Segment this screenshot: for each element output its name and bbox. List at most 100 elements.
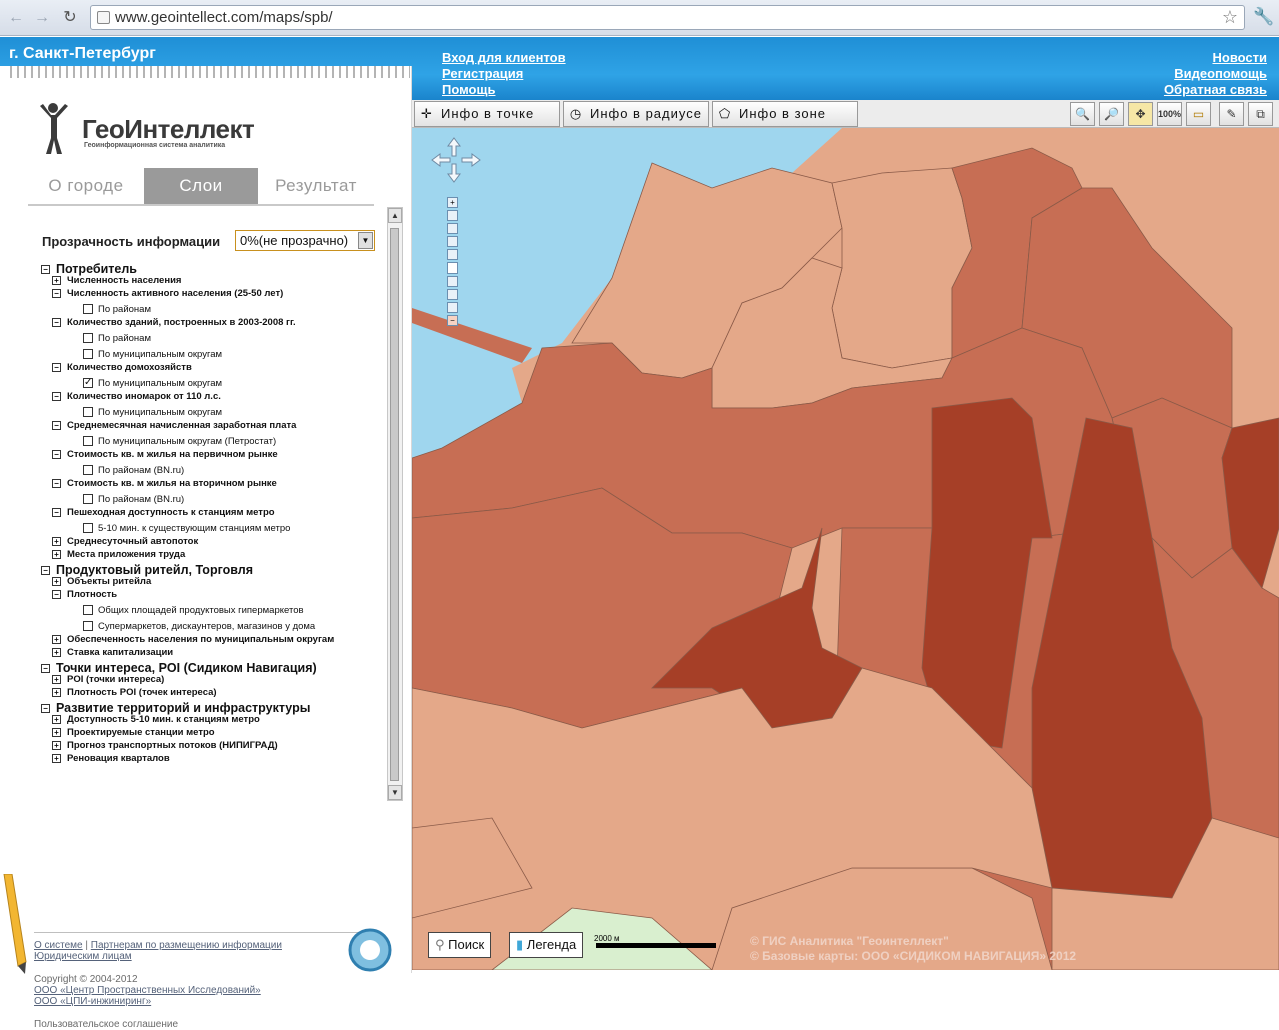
layer-group-row[interactable]: + Места приложения труда	[52, 549, 185, 560]
forward-icon[interactable]: →	[32, 8, 52, 28]
expand-icon[interactable]: +	[52, 634, 61, 644]
layer-checkbox-row[interactable]: По районам	[83, 304, 151, 315]
transparency-select[interactable]: 0%(не прозрачно) ▼	[235, 230, 375, 251]
expand-icon[interactable]: +	[52, 727, 61, 737]
address-bar[interactable]: www.geointellect.com/maps/spb/ ☆	[90, 5, 1245, 30]
collapse-icon[interactable]: −	[41, 664, 50, 674]
layer-group-row[interactable]: + Объекты ритейла	[52, 576, 151, 587]
legal-entities-link[interactable]: Юридическим лицам	[34, 951, 132, 962]
layer-group-row[interactable]: − Количество иномарок от 110 л.с.	[52, 391, 221, 402]
layer-group-row[interactable]: − Количество зданий, построенных в 2003-2…	[52, 317, 296, 328]
zoom-out-icon[interactable]: 🔎	[1099, 102, 1124, 126]
district-region[interactable]	[831, 167, 973, 369]
layer-checkbox-row[interactable]: 5-10 мин. к существующим станциям метро	[83, 523, 290, 534]
legend-button[interactable]: ▮ Легенда	[509, 932, 584, 958]
district-region[interactable]	[412, 667, 1053, 970]
layer-group-row[interactable]: − Стоимость кв. м жилья на вторичном рынк…	[52, 478, 277, 489]
fullscreen-icon[interactable]: ⧉	[1248, 102, 1273, 126]
collapse-icon[interactable]: −	[52, 449, 61, 459]
layer-checkbox-row[interactable]: Общих площадей продуктовых гипермаркетов	[83, 605, 304, 616]
scroll-down-icon[interactable]: ▼	[388, 785, 402, 800]
login-link[interactable]: Вход для клиентов	[442, 50, 566, 65]
expand-icon[interactable]: +	[52, 536, 61, 546]
bookmark-star-icon[interactable]: ☆	[1222, 6, 1238, 29]
layer-checkbox[interactable]: ✓	[83, 378, 93, 389]
zoom-slider-handle[interactable]	[447, 262, 458, 274]
tab-layers[interactable]: Слои	[144, 168, 258, 204]
search-button[interactable]: ⚲ Поиск	[428, 932, 492, 958]
expand-icon[interactable]: +	[52, 714, 61, 724]
layer-checkbox-row[interactable]: По муниципальным округам	[83, 407, 222, 418]
layer-group-row[interactable]: − Точки интереса, POI (Сидиком Навигация)	[41, 661, 317, 675]
scroll-up-icon[interactable]: ▲	[388, 208, 402, 223]
help-link[interactable]: Помощь	[442, 82, 495, 97]
layer-group-row[interactable]: − Стоимость кв. м жилья на первичном рынк…	[52, 449, 278, 460]
layers-scrollbar[interactable]: ▲ ▼	[387, 207, 403, 801]
layer-checkbox[interactable]	[83, 349, 93, 360]
layer-checkbox-row[interactable]: По районам	[83, 333, 151, 344]
layer-group-row[interactable]: − Плотность	[52, 589, 117, 600]
tab-about-city[interactable]: О городе	[28, 168, 144, 204]
zoom-level[interactable]	[447, 249, 458, 260]
layer-group-row[interactable]: + POI (точки интереса)	[52, 674, 164, 685]
chevron-down-icon[interactable]: ▼	[358, 232, 373, 249]
layer-group-row[interactable]: + Прогноз транспортных потоков (НИПИГРАД)	[52, 740, 278, 751]
expand-icon[interactable]: +	[52, 740, 61, 750]
expand-icon[interactable]: +	[52, 674, 61, 684]
register-link[interactable]: Регистрация	[442, 66, 523, 81]
zoom-level[interactable]	[447, 302, 458, 313]
collapse-icon[interactable]: −	[52, 288, 61, 298]
map-view[interactable]: + −	[412, 128, 1279, 970]
user-agreement-link[interactable]: Пользовательское соглашение	[34, 1019, 374, 1030]
layer-group-row[interactable]: + Среднесуточный автопоток	[52, 536, 198, 547]
info-point-button[interactable]: ✛ Инфо в точке	[414, 101, 560, 127]
zoom-level[interactable]	[447, 223, 458, 234]
info-zone-button[interactable]: ⬠ Инфо в зоне	[712, 101, 858, 127]
partners-link[interactable]: Партнерам по размещению информации	[91, 940, 282, 951]
collapse-icon[interactable]: −	[52, 317, 61, 327]
layer-group-row[interactable]: − Продуктовый ритейл, Торговля	[41, 563, 253, 577]
reload-icon[interactable]: ↻	[60, 8, 80, 28]
layer-group-row[interactable]: + Плотность POI (точек интереса)	[52, 687, 217, 698]
collapse-icon[interactable]: −	[41, 704, 50, 714]
layer-checkbox[interactable]	[83, 407, 93, 418]
collapse-icon[interactable]: −	[41, 566, 50, 576]
expand-icon[interactable]: +	[52, 275, 61, 285]
news-link[interactable]: Новости	[1212, 50, 1267, 65]
expand-icon[interactable]: +	[52, 753, 61, 763]
zoom-in-icon[interactable]: 🔍	[1070, 102, 1095, 126]
layer-group-row[interactable]: − Пешеходная доступность к станциям метро	[52, 507, 275, 518]
tab-result[interactable]: Результат	[258, 168, 374, 204]
layer-checkbox[interactable]	[83, 494, 93, 505]
zoom-level[interactable]	[447, 236, 458, 247]
layer-group-row[interactable]: + Доступность 5-10 мин. к станциям метро	[52, 714, 260, 725]
feedback-link[interactable]: Обратная связь	[1164, 82, 1267, 97]
layer-checkbox-row[interactable]: По муниципальным округам (Петростат)	[83, 436, 276, 447]
layer-group-row[interactable]: − Потребитель	[41, 262, 137, 276]
layer-checkbox-row[interactable]: По районам (BN.ru)	[83, 465, 184, 476]
ruler-icon[interactable]: ▭	[1186, 102, 1211, 126]
layer-checkbox-row[interactable]: По районам (BN.ru)	[83, 494, 184, 505]
layer-group-row[interactable]: + Ставка капитализации	[52, 647, 173, 658]
video-help-link[interactable]: Видеопомощь	[1174, 66, 1267, 81]
zoom-level[interactable]	[447, 210, 458, 221]
back-icon[interactable]: ←	[6, 8, 26, 28]
about-system-link[interactable]: О системе	[34, 940, 83, 951]
org1-link[interactable]: ООО «Центр Пространственных Исследований…	[34, 985, 261, 996]
expand-icon[interactable]: +	[52, 549, 61, 559]
layer-checkbox-row[interactable]: Супермаркетов, дискаунтеров, магазинов у…	[83, 621, 315, 632]
layer-checkbox[interactable]	[83, 436, 93, 447]
layer-group-row[interactable]: + Реновация кварталов	[52, 753, 170, 764]
expand-icon[interactable]: +	[52, 687, 61, 697]
layer-checkbox-row[interactable]: По муниципальным округам	[83, 349, 222, 360]
layer-checkbox[interactable]	[83, 304, 93, 315]
layer-group-row[interactable]: − Численность активного населения (25-50 …	[52, 288, 283, 299]
layer-checkbox-row[interactable]: ✓ По муниципальным округам	[83, 378, 222, 389]
layer-checkbox[interactable]	[83, 465, 93, 476]
collapse-icon[interactable]: −	[52, 362, 61, 372]
collapse-icon[interactable]: −	[52, 420, 61, 430]
info-radius-button[interactable]: ◷ Инфо в радиусе	[563, 101, 709, 127]
layer-checkbox[interactable]	[83, 523, 93, 534]
layer-group-row[interactable]: − Развитие территорий и инфраструктуры	[41, 701, 310, 715]
layer-checkbox[interactable]	[83, 621, 93, 632]
